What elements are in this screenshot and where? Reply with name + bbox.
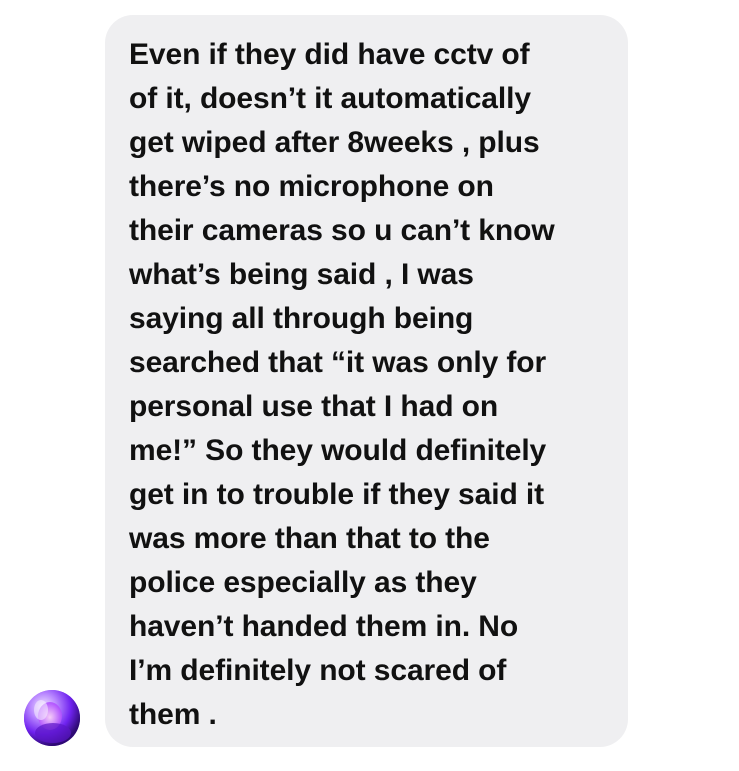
message-text: Even if they did have cctv of of it, doe… bbox=[129, 33, 606, 737]
message-line: personal use that I had on bbox=[129, 390, 499, 423]
message-line: I’m definitely not scared of bbox=[129, 654, 507, 687]
avatar[interactable] bbox=[24, 690, 80, 746]
message-line: get in to trouble if they said it bbox=[129, 478, 545, 511]
message-line: their cameras so u can’t know bbox=[129, 214, 555, 247]
message-line: me!” So they would definitely bbox=[129, 434, 547, 467]
message-line: get wiped after 8weeks , plus bbox=[129, 126, 540, 159]
message-line: haven’t handed them in. No bbox=[129, 610, 519, 643]
message-line: police especially as they bbox=[129, 566, 477, 599]
message-line: was more than that to the bbox=[129, 522, 490, 555]
message-line: there’s no microphone on bbox=[129, 170, 494, 203]
avatar-image bbox=[24, 690, 80, 746]
incoming-message-bubble[interactable]: Even if they did have cctv of of it, doe… bbox=[105, 15, 628, 747]
message-line: searched that “it was only for bbox=[129, 346, 547, 379]
message-line: Even if they did have cctv of bbox=[129, 38, 530, 71]
message-thread: Even if they did have cctv of of it, doe… bbox=[0, 0, 739, 771]
message-line: of it, doesn’t it automatically bbox=[129, 82, 531, 115]
message-line: them . bbox=[129, 698, 217, 731]
message-line: saying all through being bbox=[129, 302, 474, 335]
message-line: what’s being said , I was bbox=[129, 258, 474, 291]
